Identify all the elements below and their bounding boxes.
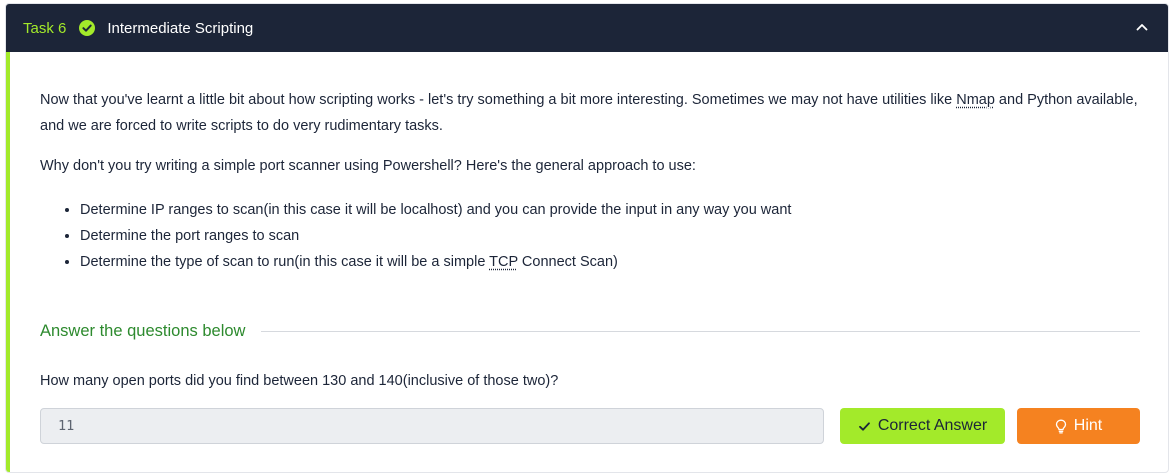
list-item: Determine the port ranges to scan [80, 223, 791, 249]
task-number: Task 6 [23, 19, 67, 37]
list-item-text-start: Determine the type of scan to run(in thi… [80, 254, 490, 270]
divider [261, 330, 1140, 332]
task-card: Task 6 Intermediate Scripting Now that y… [5, 3, 1169, 473]
question-text: How many open ports did you find between… [40, 373, 559, 389]
chevron-up-icon[interactable] [1134, 19, 1150, 35]
correct-answer-label: Correct Answer [877, 417, 988, 434]
tcp-term[interactable]: TCP [489, 254, 518, 270]
hint-button[interactable]: Hint [1017, 408, 1140, 444]
list-item: Determine IP ranges to scan(in this case… [80, 197, 791, 223]
list-item-text-end: Connect Scan) [517, 254, 618, 270]
task-title: Intermediate Scripting [107, 19, 254, 37]
correct-answer-button[interactable]: Correct Answer [840, 408, 1005, 444]
intro-paragraph: Now that you've learnt a little bit abou… [40, 87, 1140, 139]
check-circle-icon [79, 20, 96, 36]
answers-section-header: Answer the questions below [40, 318, 1140, 344]
list-item: Determine the type of scan to run(in thi… [80, 249, 791, 275]
lightbulb-icon [1055, 419, 1067, 434]
answers-heading: Answer the questions below [40, 321, 246, 340]
hint-label: Hint [1073, 417, 1103, 434]
approach-list: Determine IP ranges to scan(in this case… [40, 197, 791, 275]
left-accent-bar [6, 52, 10, 472]
task-body: Now that you've learnt a little bit abou… [40, 52, 1140, 472]
approach-paragraph: Why don't you try writing a simple port … [40, 158, 696, 174]
check-icon [858, 420, 871, 433]
nmap-term[interactable]: Nmap [956, 92, 995, 108]
answer-input[interactable] [40, 408, 824, 444]
intro-text-start: Now that you've learnt a little bit abou… [40, 92, 957, 108]
task-header[interactable]: Task 6 Intermediate Scripting [6, 4, 1168, 52]
